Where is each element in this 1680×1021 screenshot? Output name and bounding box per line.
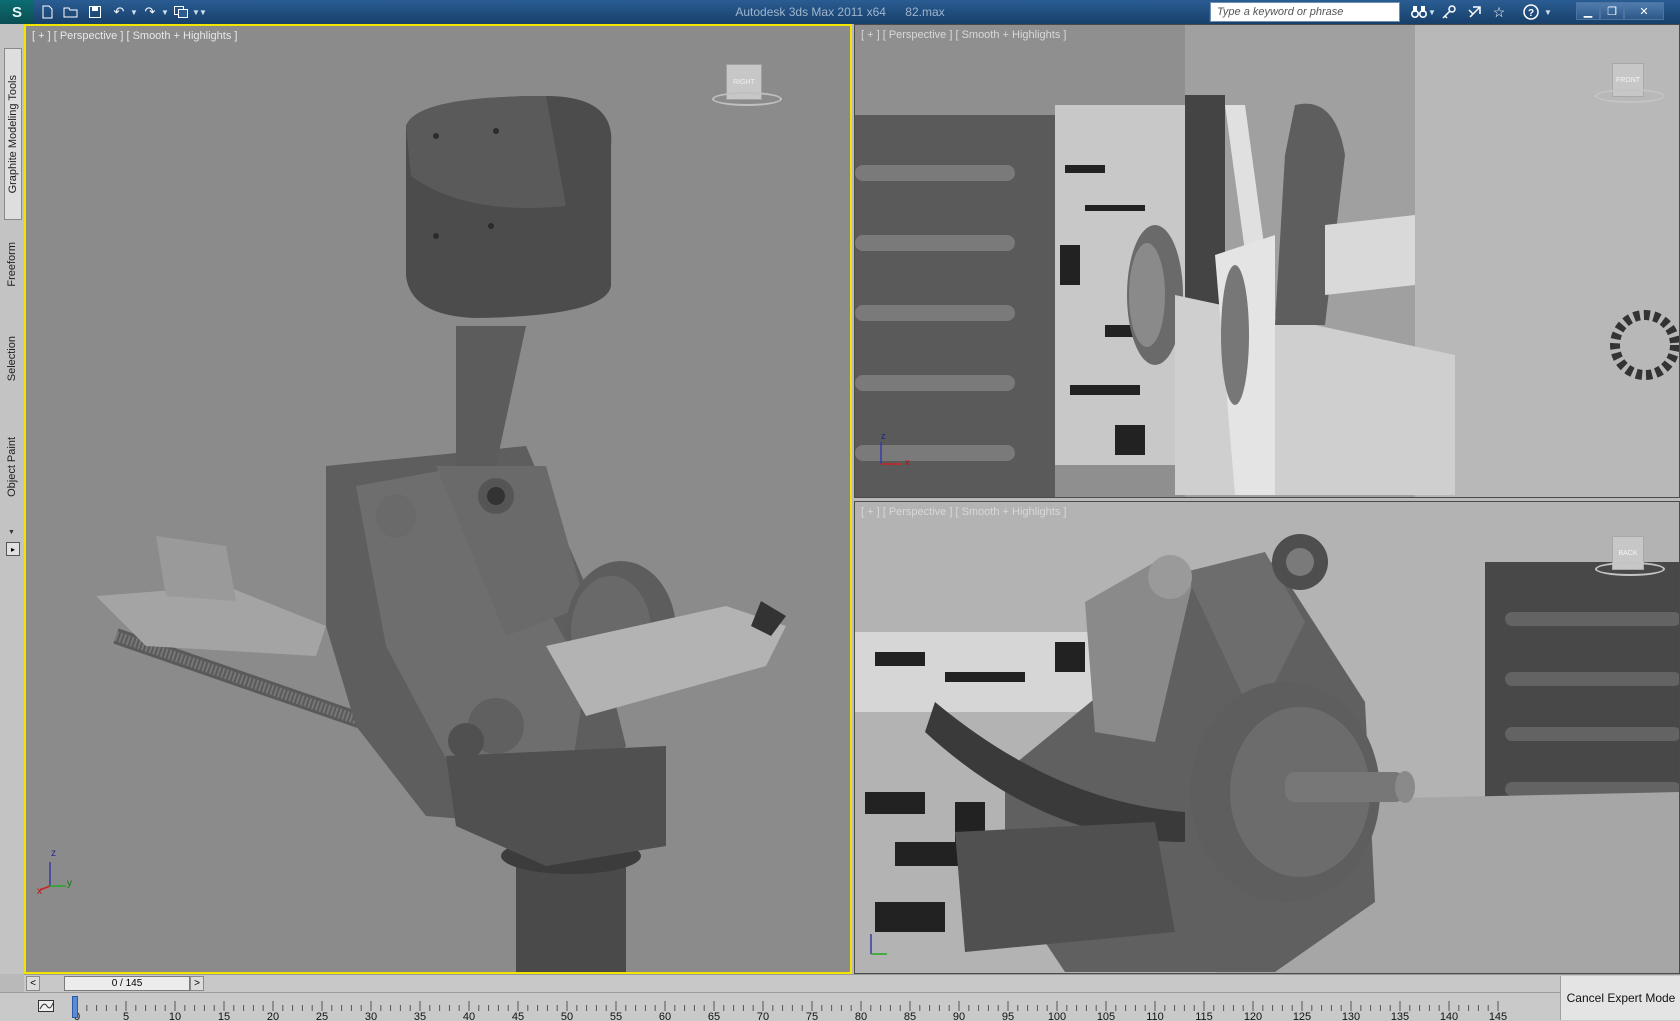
- viewport-label[interactable]: [ + ] [ Perspective ] [ Smooth + Highlig…: [32, 30, 237, 42]
- current-frame-marker[interactable]: [72, 996, 78, 1018]
- axis-x-label: x: [905, 457, 910, 467]
- axis-z-label: z: [51, 848, 56, 859]
- axis-z-label: z: [881, 431, 886, 441]
- axis-y-label: y: [67, 878, 72, 889]
- undo-icon[interactable]: ↶: [108, 2, 130, 22]
- comm-center-icon[interactable]: [1464, 2, 1486, 22]
- binoculars-icon[interactable]: [1408, 2, 1430, 22]
- search-input[interactable]: Type a keyword or phrase: [1210, 2, 1400, 22]
- axis-tripod-icon: [870, 934, 887, 955]
- viewport-perspective-main[interactable]: [ + ] [ Perspective ] [ Smooth + Highlig…: [24, 24, 852, 974]
- tab-selection[interactable]: Selection: [4, 314, 20, 404]
- customize-toolbar-icon[interactable]: ▼: [199, 2, 207, 22]
- viewport-label[interactable]: [ + ] [ Perspective ] [ Smooth + Highlig…: [861, 506, 1066, 518]
- ribbon-toggle-icon[interactable]: ▸: [6, 542, 20, 556]
- axis-x-label: x: [37, 886, 42, 897]
- restore-icon[interactable]: ❐: [1600, 2, 1624, 20]
- title-bar: S ↶ ▼ ↷ ▼ ▼ ▼ Autodesk 3ds Max 2011 x64 …: [0, 0, 1680, 24]
- save-icon[interactable]: [84, 2, 106, 22]
- tab-label: Graphite Modeling Tools: [7, 74, 19, 194]
- viewport-label[interactable]: [ + ] [ Perspective ] [ Smooth + Highlig…: [861, 29, 1066, 41]
- ribbon-vertical-tabs: Graphite Modeling Tools Freeform Selecti…: [0, 24, 25, 974]
- quick-access-toolbar: S ↶ ▼ ↷ ▼ ▼ ▼: [0, 0, 207, 24]
- tab-object-paint[interactable]: Object Paint: [4, 412, 20, 522]
- time-slider-next-button[interactable]: >: [190, 976, 204, 991]
- close-icon[interactable]: ✕: [1624, 2, 1664, 20]
- tab-label: Object Paint: [6, 437, 18, 497]
- open-file-icon[interactable]: [60, 2, 82, 22]
- ribbon-arrow-icon[interactable]: ▼: [8, 529, 15, 536]
- help-icon[interactable]: ?: [1520, 2, 1542, 22]
- favorites-star-icon[interactable]: ☆: [1488, 2, 1510, 22]
- svg-text:?: ?: [1528, 8, 1534, 19]
- app-logo-icon[interactable]: S: [0, 0, 34, 24]
- viewcube-face-label: BACK: [1618, 549, 1638, 557]
- timeline-ruler[interactable]: 0510152025303540455055606570758085909510…: [0, 993, 1680, 1021]
- new-file-icon[interactable]: [36, 2, 58, 22]
- axis-tripod-icon: [880, 442, 901, 465]
- viewport-perspective-bottom-right[interactable]: [ + ] [ Perspective ] [ Smooth + Highlig…: [854, 501, 1680, 974]
- time-slider-prev-button[interactable]: <: [26, 976, 40, 991]
- tab-label: Freeform: [6, 241, 18, 287]
- file-name: 82.max: [905, 5, 945, 19]
- time-slider[interactable]: < 0 / 145 >: [24, 974, 1680, 993]
- track-bar[interactable]: 0510152025303540455055606570758085909510…: [0, 992, 1680, 1021]
- tab-freeform[interactable]: Freeform: [4, 224, 20, 304]
- project-folder-icon[interactable]: [170, 2, 192, 22]
- search-dropdown-icon[interactable]: ▼: [1428, 2, 1436, 22]
- project-dropdown-icon[interactable]: ▼: [192, 2, 200, 22]
- viewport-perspective-top-right[interactable]: [ + ] [ Perspective ] [ Smooth + Highlig…: [854, 24, 1680, 498]
- curve-editor-icon[interactable]: [36, 997, 56, 1015]
- tab-label: Selection: [6, 336, 18, 382]
- redo-icon[interactable]: ↷: [139, 2, 161, 22]
- axis-tripod-icon: [39, 862, 66, 891]
- minimize-icon[interactable]: ▁: [1576, 2, 1600, 20]
- help-dropdown-icon[interactable]: ▼: [1544, 2, 1552, 22]
- viewcube-face-label: RIGHT: [733, 78, 755, 86]
- viewcube-face-label: FRONT: [1615, 76, 1641, 84]
- viewcube-ring-icon: [712, 92, 782, 106]
- time-slider-thumb[interactable]: 0 / 145: [64, 976, 190, 991]
- cancel-expert-mode-button[interactable]: Cancel Expert Mode: [1560, 976, 1680, 1020]
- redo-dropdown-icon[interactable]: ▼: [161, 2, 169, 22]
- viewcube-ring-icon: [1595, 562, 1665, 576]
- undo-dropdown-icon[interactable]: ▼: [130, 2, 138, 22]
- app-name: Autodesk 3ds Max 2011 x64: [735, 5, 886, 19]
- key-icon[interactable]: [1438, 2, 1460, 22]
- tab-graphite-modeling-tools[interactable]: Graphite Modeling Tools: [4, 48, 22, 220]
- viewcube-ring-icon: [1595, 89, 1665, 103]
